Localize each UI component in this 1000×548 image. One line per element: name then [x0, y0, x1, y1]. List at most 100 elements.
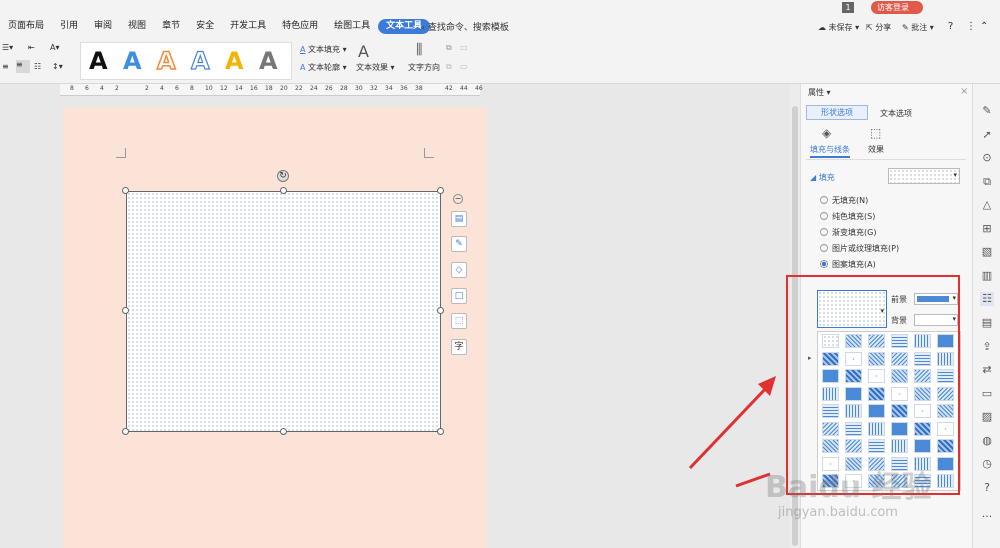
- tab-4[interactable]: 章节: [154, 19, 188, 34]
- table-icon[interactable]: ⊞: [980, 222, 994, 236]
- share-button[interactable]: ⇱ 分享: [866, 22, 891, 33]
- comment-button[interactable]: ✎ 批注 ▾: [902, 22, 934, 33]
- ruler-tick: 22: [295, 85, 303, 92]
- text-box-link-icon[interactable]: ⧉: [446, 43, 452, 53]
- resize-handle-top-right[interactable]: [437, 187, 444, 194]
- ruler-tick: 26: [325, 85, 333, 92]
- section-fill-header[interactable]: ◢ 填充: [810, 172, 835, 183]
- fill-line-icon[interactable]: ◈: [822, 126, 831, 140]
- layout-options-icon[interactable]: ▤: [451, 211, 467, 227]
- tab-1[interactable]: 引用: [52, 19, 86, 34]
- shapes-icon[interactable]: ⧉: [980, 175, 994, 189]
- fill-bucket-icon[interactable]: ◇: [451, 262, 467, 278]
- text-direction-icon[interactable]: ⫼: [416, 42, 422, 58]
- tab-text-options[interactable]: 文本选项: [880, 108, 912, 119]
- help-icon[interactable]: ?: [980, 481, 994, 495]
- tab-3[interactable]: 视图: [120, 19, 154, 34]
- radio-no-fill[interactable]: 无填充(N): [820, 195, 868, 206]
- tab-6[interactable]: 开发工具: [222, 19, 274, 34]
- resize-handle-top[interactable]: [280, 187, 287, 194]
- unsaved-status[interactable]: ☁ 未保存 ▾: [818, 22, 859, 33]
- style-icon[interactable]: ▤: [980, 316, 994, 330]
- left-gutter: [0, 84, 60, 548]
- resize-handle-left[interactable]: [122, 307, 129, 314]
- ruler-tick: 38: [415, 85, 423, 92]
- ruler-tick: 18: [265, 85, 273, 92]
- font-size-icon[interactable]: A▾: [50, 43, 60, 52]
- tab-8[interactable]: 绘图工具: [326, 19, 378, 34]
- text-box-break-icon[interactable]: ⧉: [446, 62, 452, 72]
- justify-icon[interactable]: ≡: [16, 60, 30, 73]
- pen-icon[interactable]: ✎: [980, 104, 994, 118]
- guest-login-button[interactable]: 访客登录: [871, 1, 923, 14]
- shape-effect-icon[interactable]: ⬚: [451, 313, 467, 329]
- align-left-icon[interactable]: ☰▾: [2, 43, 13, 52]
- radio-gradient-fill[interactable]: 渐变填充(G): [820, 227, 876, 238]
- properties-icon[interactable]: ☷: [980, 292, 994, 306]
- text-box-align-icon[interactable]: ▭: [460, 62, 468, 71]
- line-spacing-icon[interactable]: ↕▾: [52, 62, 63, 71]
- effect-icon[interactable]: ⬚: [870, 126, 881, 140]
- text-effect-button[interactable]: 文本效果 ▾: [356, 62, 395, 73]
- collapse-float-tools-icon[interactable]: −: [453, 194, 463, 204]
- resize-handle-right[interactable]: [437, 307, 444, 314]
- pen-icon[interactable]: ✎: [451, 236, 467, 252]
- resize-handle-top-left[interactable]: [122, 187, 129, 194]
- rotate-handle-icon[interactable]: ↻: [277, 170, 289, 182]
- indent-icon[interactable]: ⇤: [28, 43, 35, 52]
- text-style-gray[interactable]: A: [259, 46, 278, 76]
- ruler-tick: 6: [175, 85, 179, 92]
- ruler-tick: 34: [385, 85, 393, 92]
- help-button[interactable]: ?: [948, 21, 953, 32]
- share-icon[interactable]: ⇄: [980, 363, 994, 377]
- align-icon[interactable]: ≡: [2, 62, 9, 71]
- tab-5[interactable]: 安全: [188, 19, 222, 34]
- radio-picture-fill[interactable]: 图片或纹理填充(P): [820, 243, 899, 254]
- text-fill-button[interactable]: A 文本填充 ▾: [300, 44, 347, 55]
- text-box-icon[interactable]: ▭: [460, 43, 468, 52]
- resize-handle-bottom-right[interactable]: [437, 428, 444, 435]
- text-style-black[interactable]: A: [89, 46, 108, 76]
- tab-0[interactable]: 页面布局: [0, 19, 52, 34]
- location-icon[interactable]: ⊙: [980, 151, 994, 165]
- cursor-icon[interactable]: ➚: [980, 128, 994, 142]
- image-icon[interactable]: ▧: [980, 245, 994, 259]
- close-icon[interactable]: ×: [960, 86, 968, 97]
- archive-icon[interactable]: ▭: [980, 387, 994, 401]
- export-icon[interactable]: ⇪: [980, 340, 994, 354]
- resize-handle-bottom[interactable]: [280, 428, 287, 435]
- subtab-effect[interactable]: 效果: [868, 144, 884, 155]
- text-style-orange-outline[interactable]: A: [156, 46, 176, 76]
- picture-icon[interactable]: ▨: [980, 410, 994, 424]
- ruler-tick: 36: [400, 85, 408, 92]
- triangle-icon[interactable]: △: [980, 198, 994, 212]
- text-style-blue-outline[interactable]: A: [190, 46, 210, 76]
- tab-2[interactable]: 审阅: [86, 19, 120, 34]
- subtab-fill-line[interactable]: 填充与线条: [810, 144, 850, 158]
- horizontal-ruler[interactable]: 8 6 4 2 2 4 6 8 10 12 14 16 18 20 22 24 26 28 30 32 34 36 38 42…: [60, 84, 483, 96]
- tab-shape-options[interactable]: 形状选项: [806, 105, 868, 120]
- distribute-icon[interactable]: ☷: [34, 62, 41, 71]
- tab-7[interactable]: 特色应用: [274, 19, 326, 34]
- history-icon[interactable]: ◷: [980, 457, 994, 471]
- resize-handle-bottom-left[interactable]: [122, 428, 129, 435]
- fill-preview-dropdown[interactable]: ▾: [888, 168, 960, 184]
- collapse-ribbon-icon[interactable]: ⌃: [980, 21, 988, 32]
- radio-dot: [820, 196, 828, 204]
- search-command[interactable]: ⌕ 查找命令、搜索模板: [420, 20, 509, 33]
- text-effect-icon[interactable]: A: [358, 42, 369, 61]
- text-direction-button[interactable]: 文字方向: [408, 62, 440, 73]
- pattern-filled-rectangle[interactable]: [126, 191, 441, 432]
- more-icon[interactable]: ···: [980, 510, 994, 524]
- text-outline-button[interactable]: A 文本轮廓 ▾: [300, 62, 347, 73]
- text-style-gold[interactable]: A: [225, 46, 244, 76]
- more-icon[interactable]: ⋮: [966, 21, 976, 32]
- panel-title[interactable]: 属性 ▾: [808, 87, 831, 98]
- text-style-blue[interactable]: A: [123, 46, 142, 76]
- chart-icon[interactable]: ▥: [980, 269, 994, 283]
- backup-icon[interactable]: ◍: [980, 434, 994, 448]
- text-char-button[interactable]: 字: [451, 339, 467, 355]
- radio-pattern-fill[interactable]: 图案填充(A): [820, 259, 876, 270]
- radio-solid-fill[interactable]: 纯色填充(S): [820, 211, 875, 222]
- outline-icon[interactable]: □: [451, 288, 467, 304]
